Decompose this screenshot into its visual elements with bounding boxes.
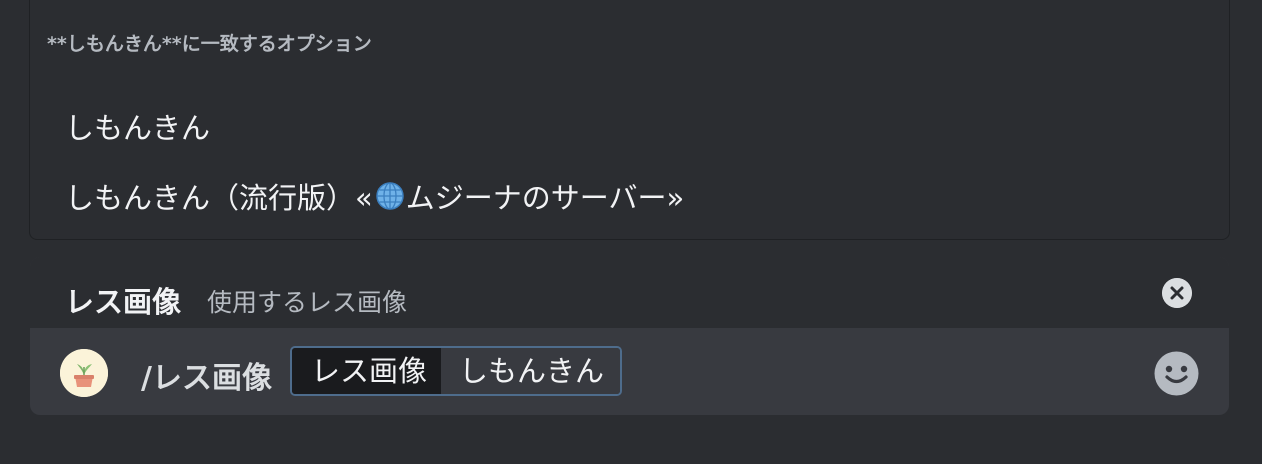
command-description: 使用するレス画像 (207, 288, 408, 317)
message-composer: レス画像 使用するレス画像 /レス画像 レス画像 しもんきん (30, 257, 1229, 415)
option-pill-label: レス画像 (292, 348, 442, 394)
option-pill-value[interactable]: しもんきん (441, 348, 621, 394)
plant-pot-icon (60, 349, 108, 397)
option-label-before: しもんきん（流行版）« (65, 181, 373, 215)
command-info-bar: レス画像 使用するレス画像 (30, 257, 1229, 328)
option-label-after: ムジーナのサーバー» (405, 181, 685, 215)
command-option-pill[interactable]: レス画像 しもんきん (290, 346, 623, 396)
smiley-face-icon[interactable] (1154, 351, 1199, 396)
autocomplete-popup: **しもんきん**に一致するオプション しもんきん しもんきん（流行版）« ムジ… (29, 0, 1230, 240)
globe-icon (376, 182, 404, 210)
slash-command-text: /レス画像 (141, 361, 272, 396)
option-item-shimonkin-popular[interactable]: しもんきん（流行版）« ムジーナのサーバー» (65, 175, 684, 217)
close-icon[interactable] (1162, 278, 1192, 308)
autocomplete-header: **しもんきん**に一致するオプション (47, 33, 372, 55)
option-item-shimonkin[interactable]: しもんきん (65, 105, 210, 147)
command-name: レス画像 (65, 285, 182, 319)
